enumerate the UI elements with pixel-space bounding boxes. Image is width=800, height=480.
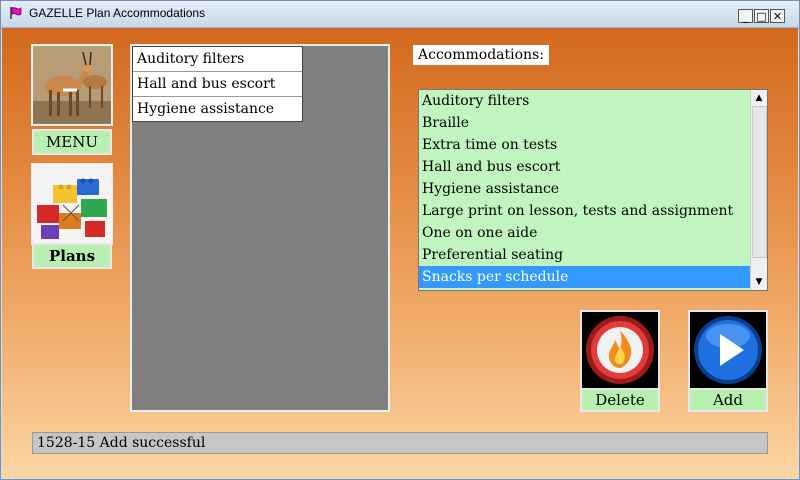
add-image-button[interactable] bbox=[688, 310, 768, 390]
maximize-button[interactable]: □ bbox=[754, 9, 769, 23]
close-button[interactable]: ✕ bbox=[770, 9, 785, 23]
delete-image-button[interactable] bbox=[580, 310, 660, 390]
accommodations-listbox[interactable]: Auditory filters Braille Extra time on t… bbox=[418, 89, 768, 291]
scroll-down-icon[interactable]: ▼ bbox=[751, 274, 767, 290]
plans-button[interactable]: Plans bbox=[32, 243, 112, 269]
selected-item[interactable]: Auditory filters bbox=[133, 47, 302, 72]
list-item[interactable]: Braille bbox=[419, 112, 767, 134]
add-button[interactable]: Add bbox=[688, 388, 768, 412]
title-bar[interactable]: GAZELLE Plan Accommodations _ □ ✕ bbox=[1, 1, 799, 28]
scrollbar-thumb[interactable] bbox=[752, 106, 767, 258]
gazelle-image[interactable] bbox=[31, 44, 113, 126]
play-icon bbox=[690, 312, 766, 388]
list-item[interactable]: Large print on lesson, tests and assignm… bbox=[419, 200, 767, 222]
list-item[interactable]: Extra time on tests bbox=[419, 134, 767, 156]
gazelle-icon bbox=[33, 46, 111, 124]
app-window: GAZELLE Plan Accommodations _ □ ✕ MENU P… bbox=[0, 0, 800, 480]
plans-image[interactable] bbox=[31, 163, 113, 245]
vertical-scrollbar[interactable]: ▲ ▼ bbox=[750, 90, 767, 290]
app-flag-icon bbox=[10, 7, 22, 19]
list-item[interactable]: Hall and bus escort bbox=[419, 156, 767, 178]
selected-accommodations-list: Auditory filters Hall and bus escort Hyg… bbox=[132, 46, 303, 122]
list-item[interactable]: Hygiene assistance bbox=[419, 178, 767, 200]
list-item[interactable]: Auditory filters bbox=[419, 90, 767, 112]
selected-item[interactable]: Hall and bus escort bbox=[133, 72, 302, 97]
list-item[interactable]: One on one aide bbox=[419, 222, 767, 244]
accommodations-label: Accommodations: bbox=[413, 45, 549, 65]
toy-blocks-icon bbox=[33, 165, 111, 243]
scroll-up-icon[interactable]: ▲ bbox=[751, 90, 767, 106]
fire-icon bbox=[582, 312, 658, 388]
list-item[interactable]: Preferential seating bbox=[419, 244, 767, 266]
client-area: MENU Plans Auditory filters Hall and bus… bbox=[2, 28, 798, 478]
selected-accommodations-panel: Auditory filters Hall and bus escort Hyg… bbox=[130, 44, 390, 412]
delete-button[interactable]: Delete bbox=[580, 388, 660, 412]
list-item-selected[interactable]: Snacks per schedule bbox=[419, 266, 767, 288]
window-title: GAZELLE Plan Accommodations bbox=[29, 6, 206, 20]
menu-button[interactable]: MENU bbox=[32, 129, 112, 155]
minimize-button[interactable]: _ bbox=[738, 9, 753, 23]
status-bar: 1528-15 Add successful bbox=[32, 432, 768, 454]
selected-item[interactable]: Hygiene assistance bbox=[133, 97, 302, 121]
